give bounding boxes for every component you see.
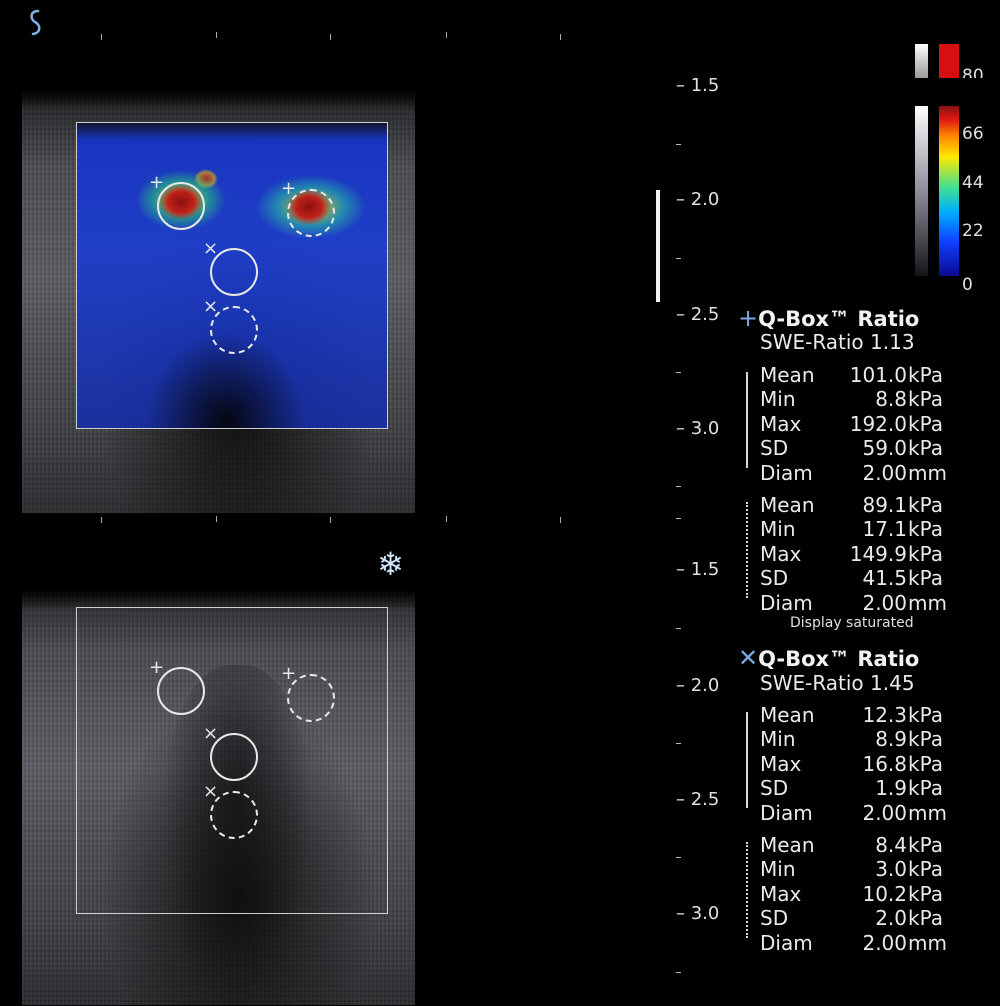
stat-row-diam: Diam 2.00 mm (760, 460, 947, 485)
lateral-tick (446, 32, 447, 38)
stat-row-mean: Mean 8.4 kPa (760, 833, 943, 857)
stat-row-min: Min 17.1 kPa (760, 517, 943, 542)
colorbar-label: 66 (962, 124, 984, 144)
supersonic-logo-icon (30, 9, 41, 36)
stat-row-min: Min 3.0 kPa (760, 857, 943, 882)
depth-label: – 3.0 (676, 903, 720, 924)
stat-row-min: Min 8.8 kPa (760, 387, 943, 412)
depth-label: – 2.5 (676, 304, 720, 325)
stat-row-sd: SD 2.0 kPa (760, 906, 943, 931)
depth-tick (676, 518, 681, 519)
qbox-cross-solid-circle[interactable] (210, 248, 258, 296)
colorbar-label: 22 (962, 221, 984, 241)
grayscale-bar (915, 106, 928, 276)
depth-label: – 1.5 (676, 75, 720, 96)
depth-tick (676, 628, 681, 629)
scale-bar (656, 190, 660, 302)
colorbar-top-label: 80 (962, 66, 984, 78)
stat-row-mean: Mean 89.1 kPa (760, 493, 943, 517)
depth-label: – 1.5 (676, 559, 720, 580)
depth-tick (676, 857, 681, 858)
lateral-tick (560, 34, 561, 40)
stat-row-max: Max 149.9 kPa (760, 541, 943, 566)
qbox-plus-solid-circle[interactable] (157, 667, 205, 715)
qbox-cross-dashed-circle[interactable] (210, 791, 258, 839)
depth-tick (676, 144, 681, 145)
solid-group-line (746, 712, 748, 808)
qbox-plus-dashed-circle[interactable] (287, 189, 335, 237)
stat-row-sd: SD 59.0 kPa (760, 436, 943, 461)
qbox-plus-dotted-stats: Mean 89.1 kPa Min 17.1 kPa Max 149.9 kPa SD 41.… (760, 493, 955, 615)
lateral-tick (101, 34, 102, 40)
stat-row-max: Max 192.0 kPa (760, 411, 943, 436)
qbox-plus-solid-circle[interactable] (157, 182, 205, 230)
lateral-tick (330, 517, 331, 523)
stat-row-mean: Mean 12.3 kPa (760, 703, 943, 727)
qbox-plus-title: +Q-Box™ Ratio (738, 304, 920, 332)
qbox-cross-title: ✕Q-Box™ Ratio (738, 644, 920, 672)
qbox-cross-dotted-stats: Mean 8.4 kPa Min 3.0 kPa Max 10.2 kPa SD 2.0 kPa… (760, 833, 955, 955)
qbox-plus-solid-stats: Mean 101.0 kPa Min 8.8 kPa Max 192.0 kPa SD 59.… (760, 363, 955, 485)
stat-row-sd: SD 41.5 kPa (760, 566, 943, 591)
snowflake-freeze-icon[interactable]: ❄ (377, 548, 404, 580)
depth-tick (676, 743, 681, 744)
qbox-cross-solid-circle[interactable] (210, 733, 258, 781)
depth-label: – 2.0 (676, 189, 720, 210)
qbox-cross-solid-stats: Mean 12.3 kPa Min 8.9 kPa Max 16.8 kPa SD 1.9 kP… (760, 703, 955, 825)
cross-icon: ✕ (738, 644, 759, 672)
lateral-tick (446, 516, 447, 522)
depth-tick (676, 258, 681, 259)
dotted-group-line (746, 842, 748, 938)
depth-tick (676, 972, 681, 973)
grayscale-bar-small (915, 44, 928, 78)
qbox-plus-dashed-circle[interactable] (287, 674, 335, 722)
depth-label: – 3.0 (676, 418, 720, 439)
qbox-plus-marker: + (149, 172, 165, 193)
stat-row-sd: SD 1.9 kPa (760, 776, 943, 801)
depth-label: – 2.5 (676, 789, 720, 810)
solid-group-line (746, 372, 748, 468)
lateral-tick (216, 32, 217, 38)
stat-row-min: Min 8.9 kPa (760, 727, 943, 752)
stat-row-diam: Diam 2.00 mm (760, 590, 947, 615)
stat-row-diam: Diam 2.00 mm (760, 800, 947, 825)
qbox-cross-dashed-circle[interactable] (210, 306, 258, 354)
stat-row-diam: Diam 2.00 mm (760, 930, 947, 955)
saturation-bar (939, 44, 959, 78)
depth-label: – 2.0 (676, 675, 720, 696)
qbox-plus-marker: + (149, 657, 165, 678)
colorbar-label: 44 (962, 173, 984, 193)
plus-icon: + (738, 304, 759, 332)
stat-row-max: Max 10.2 kPa (760, 881, 943, 906)
lateral-tick (101, 517, 102, 523)
qbox-plus-swe-ratio: SWE-Ratio 1.13 (760, 330, 915, 354)
stat-row-mean: Mean 101.0 kPa (760, 363, 943, 387)
stat-row-max: Max 16.8 kPa (760, 751, 943, 776)
depth-tick (676, 486, 681, 487)
qbox-cross-swe-ratio: SWE-Ratio 1.45 (760, 671, 915, 695)
lateral-tick (216, 516, 217, 522)
lateral-tick (330, 34, 331, 40)
depth-tick (676, 372, 681, 373)
elasticity-color-bar (939, 106, 959, 276)
display-saturated-note: Display saturated (790, 615, 914, 631)
colorbar-label: 0 (962, 275, 973, 295)
dotted-group-line (746, 502, 748, 598)
lateral-tick (560, 517, 561, 523)
